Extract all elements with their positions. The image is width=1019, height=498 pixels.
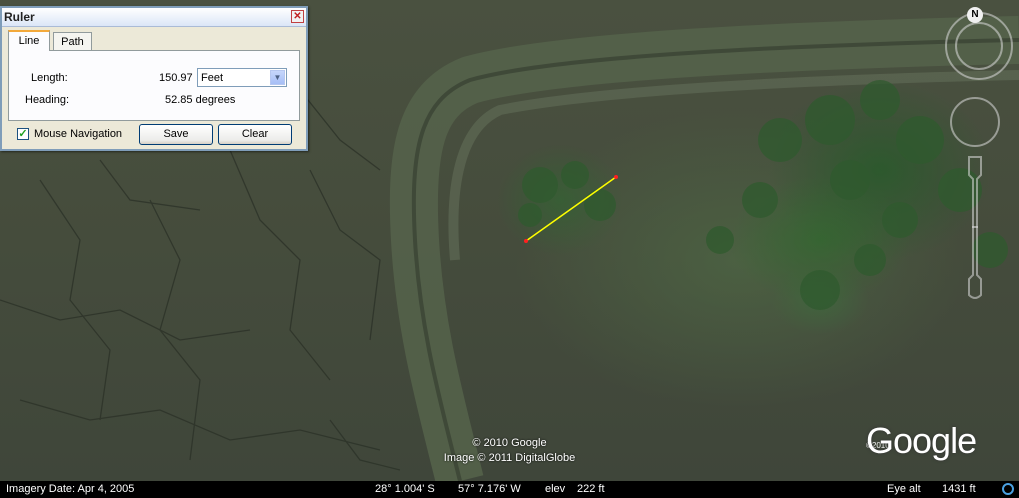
save-button[interactable]: Save <box>139 124 213 145</box>
tab-line[interactable]: Line <box>8 30 50 51</box>
length-label: Length: <box>31 72 68 84</box>
move-ring-icon[interactable] <box>950 97 1000 147</box>
ruler-dialog: Ruler ✕ Line Path Length: 150.97 Feet ▼ … <box>0 6 308 151</box>
google-logo: Google <box>866 420 977 461</box>
unit-select[interactable]: Feet ▼ <box>197 68 287 87</box>
eye-alt-label: Eye alt <box>887 483 921 495</box>
tab-path[interactable]: Path <box>53 32 92 51</box>
elevation-value: 222 ft <box>577 483 605 495</box>
imagery-date: Imagery Date: Apr 4, 2005 <box>6 483 135 495</box>
measure-end-point[interactable] <box>614 175 618 179</box>
eye-alt-value: 1431 ft <box>942 483 976 495</box>
mouse-navigation-checkbox[interactable]: ✓ <box>17 128 29 140</box>
longitude-readout: 57° 7.176' W <box>458 483 521 495</box>
clear-button[interactable]: Clear <box>218 124 292 145</box>
heading-label: Heading: <box>25 94 70 106</box>
length-value: 150.97 <box>159 72 193 84</box>
ruler-titlebar[interactable]: Ruler ✕ <box>2 8 306 27</box>
status-bar: Imagery Date: Apr 4, 2005 28° 1.004' S 5… <box>0 481 1019 498</box>
elevation-label: elev <box>545 483 566 495</box>
unit-select-value: Feet <box>201 72 224 84</box>
zoom-slider-icon[interactable] <box>963 155 987 300</box>
heading-value: 52.85 degrees <box>165 94 236 106</box>
ruler-title: Ruler <box>4 10 35 24</box>
measure-start-point[interactable] <box>524 239 528 243</box>
streaming-icon <box>1002 483 1014 495</box>
latitude-readout: 28° 1.004' S <box>375 483 435 495</box>
close-icon[interactable]: ✕ <box>291 10 304 23</box>
dropdown-arrow-icon[interactable]: ▼ <box>270 70 285 85</box>
checkbox-check-icon: ✓ <box>18 128 28 140</box>
mouse-navigation-label[interactable]: Mouse Navigation <box>34 128 122 140</box>
look-ring-inner <box>955 22 1003 70</box>
north-icon[interactable]: N <box>967 7 983 23</box>
